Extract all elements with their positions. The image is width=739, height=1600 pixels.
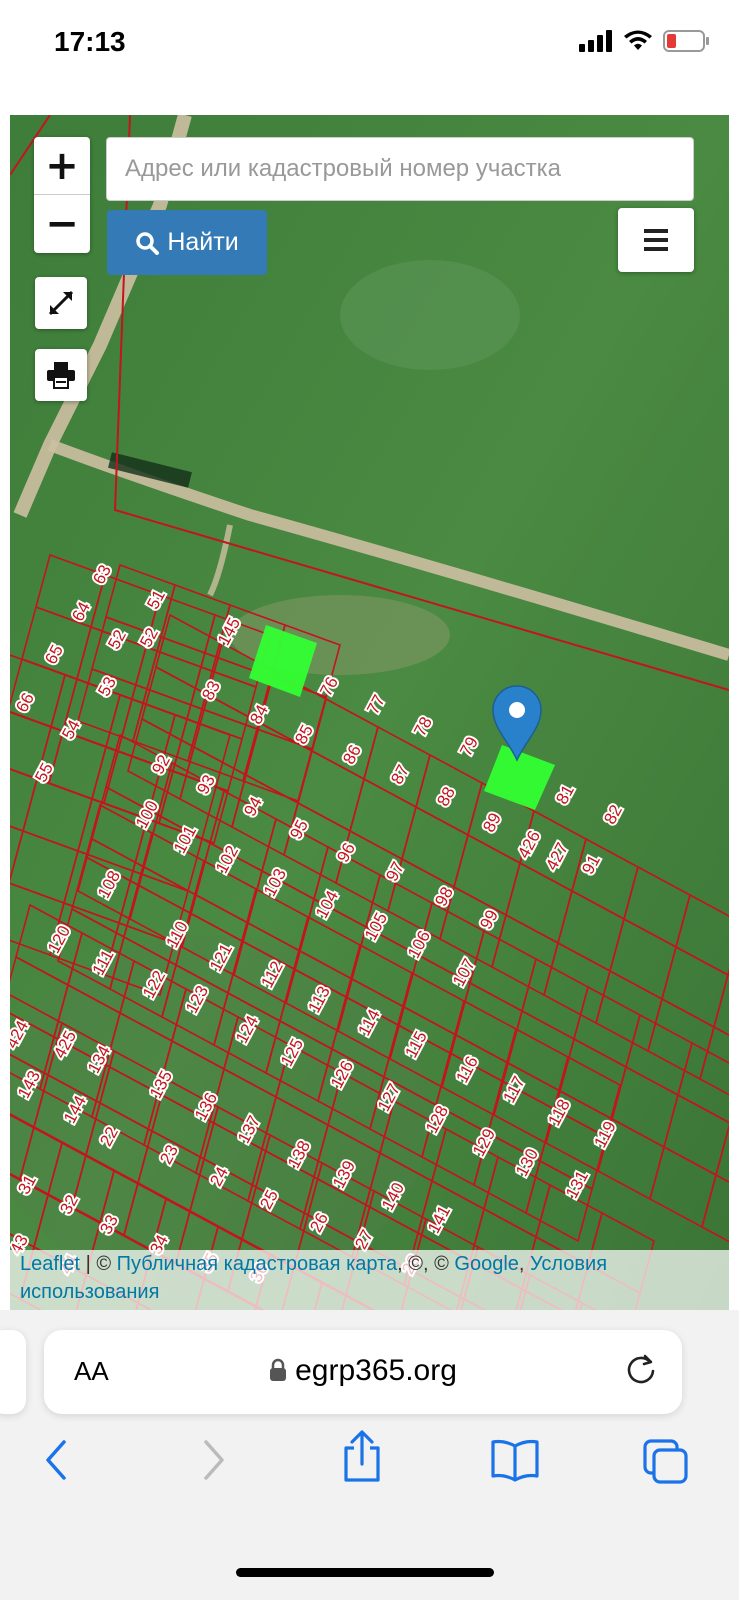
url-display[interactable]: egrp365.org bbox=[44, 1354, 682, 1388]
status-icons bbox=[579, 30, 709, 52]
home-indicator bbox=[236, 1568, 494, 1577]
url-text: egrp365.org bbox=[295, 1354, 457, 1387]
find-button[interactable]: Найти bbox=[107, 210, 267, 275]
satellite-map[interactable]: 63516452 52655366545514576838485867778798… bbox=[10, 115, 729, 1340]
status-bar: 17:13 bbox=[0, 0, 739, 115]
menu-button[interactable] bbox=[618, 208, 694, 272]
address-bar[interactable]: AA egrp365.org bbox=[44, 1330, 682, 1414]
zoom-in-button[interactable]: + bbox=[34, 137, 90, 194]
status-time: 17:13 bbox=[54, 26, 126, 57]
share-icon[interactable] bbox=[340, 1430, 384, 1484]
back-icon[interactable] bbox=[42, 1438, 72, 1482]
previous-tab-preview[interactable] bbox=[0, 1330, 26, 1414]
attribution-separator: | © bbox=[80, 1253, 117, 1275]
map-view[interactable]: 63 51 64 52 52 65 53 66 54 55 145 76 83 84 85 86 77 78 79 8… bbox=[10, 115, 729, 1340]
browser-toolbar: AA egrp365.org bbox=[0, 1310, 739, 1600]
attribution-separator: , bbox=[518, 1253, 531, 1275]
leaflet-link[interactable]: Leaflet bbox=[20, 1253, 80, 1275]
attribution-separator: , ©, © bbox=[397, 1253, 455, 1275]
fullscreen-button[interactable] bbox=[35, 277, 87, 329]
tabs-icon[interactable] bbox=[642, 1438, 690, 1484]
cadastre-map-link[interactable]: Публичная кадастровая карта bbox=[117, 1253, 397, 1275]
google-link[interactable]: Google bbox=[454, 1253, 519, 1275]
lock-icon bbox=[270, 1358, 287, 1381]
print-button[interactable] bbox=[35, 349, 87, 401]
bookmarks-icon[interactable] bbox=[490, 1438, 540, 1482]
battery-icon bbox=[663, 30, 709, 52]
printer-icon bbox=[47, 362, 75, 389]
zoom-out-button[interactable]: − bbox=[34, 194, 90, 252]
browser-nav-row bbox=[0, 1430, 739, 1500]
wifi-icon bbox=[624, 30, 652, 50]
cellular-signal-icon bbox=[579, 30, 612, 52]
search-icon bbox=[136, 231, 160, 255]
search-input[interactable]: Адрес или кадастровый номер участка bbox=[106, 137, 694, 201]
hamburger-menu-icon bbox=[644, 229, 668, 251]
forward-icon[interactable] bbox=[198, 1438, 228, 1482]
expand-icon bbox=[48, 290, 74, 316]
find-button-label: Найти bbox=[167, 228, 239, 256]
reload-icon[interactable] bbox=[624, 1352, 658, 1386]
zoom-control: + − bbox=[34, 137, 90, 253]
map-attribution: Leaflet | © Публичная кадастровая карта,… bbox=[10, 1250, 729, 1310]
